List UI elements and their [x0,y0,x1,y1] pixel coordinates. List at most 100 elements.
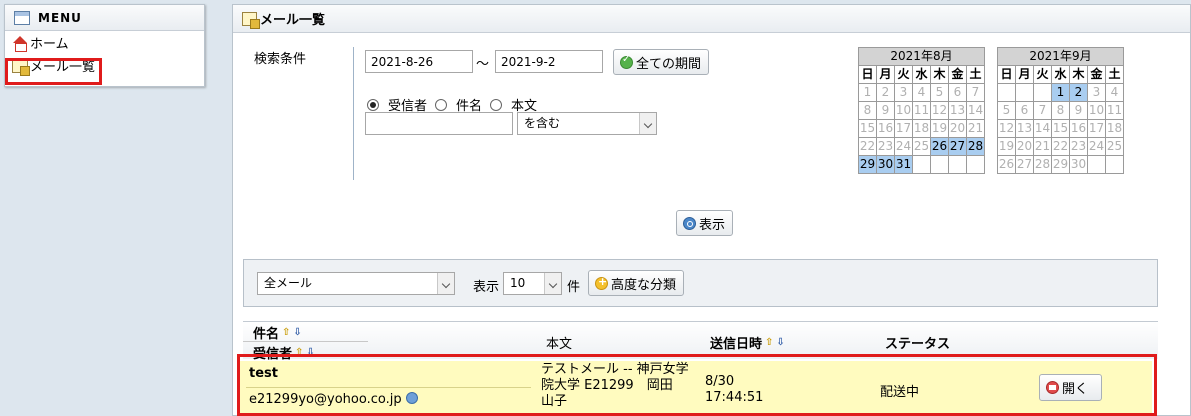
calendar-day[interactable]: 18 [1105,119,1124,138]
calendar-empty-cell [1105,155,1124,174]
show-button-label: 表示 [699,217,726,233]
page-title: メール一覧 [260,13,326,28]
sort-asc-icon[interactable]: ⇧ [282,327,290,338]
calendar-day[interactable]: 8 [858,101,877,120]
calendar-day[interactable]: 7 [1033,101,1052,120]
calendar-day[interactable]: 2 [876,83,895,102]
calendar-day[interactable]: 21 [1033,137,1052,156]
keyword-input[interactable] [365,112,513,135]
calendar-day[interactable]: 14 [966,101,985,120]
display-count-value: 10 [510,276,526,290]
calendar-day[interactable]: 4 [912,83,931,102]
calendar-day[interactable]: 9 [1069,101,1088,120]
calendar-day[interactable]: 19 [997,137,1016,156]
calendar-day[interactable]: 16 [1069,119,1088,138]
match-select[interactable]: を含む [517,112,657,135]
sort-desc-icon[interactable]: ⇩ [776,337,784,348]
calendar-day[interactable]: 26 [997,155,1016,174]
calendar-day[interactable]: 20 [1015,137,1034,156]
calendar-day[interactable]: 19 [930,119,949,138]
calendar-weekday: 土 [966,65,985,84]
calendar-day[interactable]: 3 [894,83,913,102]
calendar-day[interactable]: 2 [1069,83,1088,102]
calendar-day[interactable]: 30 [876,155,895,174]
calendar-day[interactable]: 27 [948,137,967,156]
calendar-day[interactable]: 15 [1051,119,1070,138]
advanced-classify-button[interactable]: 高度な分類 [588,270,685,296]
calendar-weekday: 日 [997,65,1016,84]
show-button[interactable]: 表示 [676,210,734,236]
calendar-empty-cell [997,83,1016,102]
calendar-day[interactable]: 9 [876,101,895,120]
date-to-input[interactable] [495,50,603,73]
mail-category-value: 全メール [264,276,313,290]
calendar-day[interactable]: 5 [930,83,949,102]
calendar-day[interactable]: 13 [1015,119,1034,138]
calendar-day[interactable]: 12 [997,119,1016,138]
radio-body[interactable] [490,98,503,111]
calendar-empty-cell [930,155,949,174]
header-subject[interactable]: 件名 ⇧ ⇩ [253,323,302,342]
calendar-day[interactable]: 28 [1033,155,1052,174]
calendar-day[interactable]: 18 [912,119,931,138]
sort-asc-icon[interactable]: ⇧ [765,337,773,348]
calendar-day[interactable]: 12 [930,101,949,120]
calendar-day[interactable]: 6 [1015,101,1034,120]
calendar-day[interactable]: 16 [876,119,895,138]
calendar-day[interactable]: 28 [966,137,985,156]
calendar-weekday: 金 [1087,65,1106,84]
calendar-day[interactable]: 5 [997,101,1016,120]
calendar-day[interactable]: 11 [1105,101,1124,120]
calendar-day[interactable]: 14 [1033,119,1052,138]
calendar-day[interactable]: 6 [948,83,967,102]
calendar-day[interactable]: 4 [1105,83,1124,102]
calendar-weekday: 月 [1015,65,1034,84]
all-period-button[interactable]: 全ての期間 [613,49,710,75]
calendar-day[interactable]: 29 [1051,155,1070,174]
calendar-day[interactable]: 25 [912,137,931,156]
calendar-day[interactable]: 23 [1069,137,1088,156]
radio-recipient[interactable] [367,98,379,111]
calendar-day[interactable]: 17 [1087,119,1106,138]
radio-subject[interactable] [435,98,448,111]
sort-desc-icon[interactable]: ⇩ [293,327,301,338]
calendar-day[interactable]: 27 [1015,155,1034,174]
calendar-day[interactable]: 8 [1051,101,1070,120]
calendar-day[interactable]: 31 [894,155,913,174]
calendar-day[interactable]: 22 [1051,137,1070,156]
calendar-day[interactable]: 29 [858,155,877,174]
calendar-day[interactable]: 1 [1051,83,1070,102]
calendar-weekday: 金 [948,65,967,84]
calendar-day[interactable]: 22 [858,137,877,156]
mail-category-select[interactable]: 全メール [257,272,455,295]
calendar-day[interactable]: 10 [894,101,913,120]
calendar-day[interactable]: 30 [1069,155,1088,174]
date-from-input[interactable] [365,50,473,73]
display-count-select[interactable]: 10 [503,272,562,295]
calendar-day[interactable]: 20 [948,119,967,138]
calendar-day[interactable]: 25 [1105,137,1124,156]
calendar-empty-cell [1033,83,1052,102]
header-divider [243,341,368,342]
display-count-label: 表示 [473,280,500,295]
calendar-day[interactable]: 11 [912,101,931,120]
calendar-day[interactable]: 3 [1087,83,1106,102]
calendar-weekday: 火 [1033,65,1052,84]
all-period-label: 全ての期間 [636,56,702,72]
calendar-day[interactable]: 23 [876,137,895,156]
calendar-weekday: 火 [894,65,913,84]
header-sent-at[interactable]: 送信日時 ⇧ ⇩ [710,333,785,352]
calendar-weekday: 土 [1105,65,1124,84]
sidebar-item-home[interactable]: ホーム [5,31,204,54]
calendar-day[interactable]: 1 [858,83,877,102]
calendar-day[interactable]: 17 [894,119,913,138]
calendar-weekday: 水 [1051,65,1070,84]
calendar-day[interactable]: 26 [930,137,949,156]
calendar-day[interactable]: 21 [966,119,985,138]
calendar-day[interactable]: 24 [894,137,913,156]
calendar-day[interactable]: 10 [1087,101,1106,120]
calendar-day[interactable]: 13 [948,101,967,120]
calendar-day[interactable]: 15 [858,119,877,138]
calendar-day[interactable]: 7 [966,83,985,102]
calendar-day[interactable]: 24 [1087,137,1106,156]
